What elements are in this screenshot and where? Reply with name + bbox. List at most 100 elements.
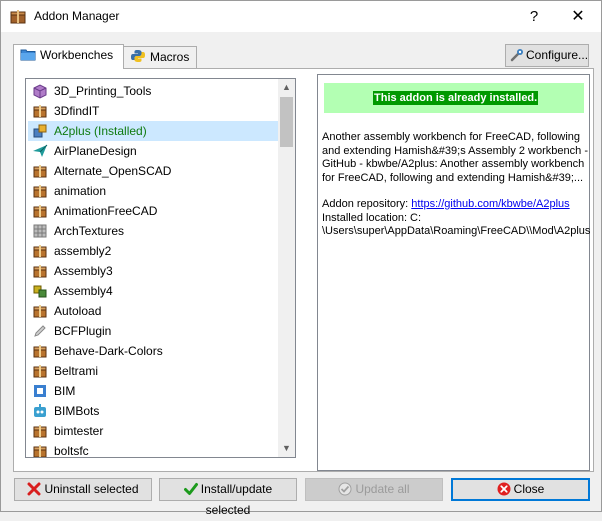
addon-name: ArchTextures: [54, 224, 125, 238]
repository-line: Addon repository: https://github.com/kbw…: [322, 198, 588, 212]
tab-macros[interactable]: Macros: [123, 46, 197, 68]
wrench-icon: [510, 49, 523, 62]
printer-cube-icon: [33, 84, 47, 99]
install-status-box: This addon is already installed.: [324, 83, 584, 113]
configure-button[interactable]: Configure...: [505, 44, 589, 67]
addon-list-item[interactable]: assembly2: [28, 241, 279, 261]
help-icon: ?: [529, 8, 539, 25]
scroll-down-arrow-icon[interactable]: ▼: [278, 440, 295, 457]
addon-manager-window: Addon Manager ? ✕ Workbenches Macros Con…: [0, 0, 602, 517]
package-icon: [33, 345, 47, 358]
addon-name: assembly2: [54, 244, 112, 258]
pencil-icon: [34, 325, 46, 337]
textures-icon: [33, 224, 47, 238]
green-check-icon: [183, 483, 198, 495]
addon-list-item[interactable]: AirPlaneDesign: [28, 141, 279, 161]
title-bar[interactable]: Addon Manager ? ✕: [1, 1, 601, 32]
window-title: Addon Manager: [34, 9, 120, 23]
addon-name: BCFPlugin: [54, 324, 112, 338]
addon-name: Alternate_OpenSCAD: [54, 164, 172, 178]
package-icon: [33, 165, 47, 178]
addon-name: BIMBots: [54, 404, 100, 418]
package-icon: [33, 105, 47, 118]
addon-details-pane: This addon is already installed. Another…: [317, 74, 590, 471]
location-path: \Users\super\AppData\Roaming\FreeCAD\\Mo…: [322, 225, 591, 237]
scroll-thumb[interactable]: [280, 97, 293, 147]
update-all-button[interactable]: Update all: [305, 478, 443, 501]
addon-name: AnimationFreeCAD: [54, 204, 158, 218]
close-icon: ✕: [571, 8, 585, 25]
addon-description: Another assembly workbench for FreeCAD, …: [322, 131, 591, 239]
window-close-button[interactable]: ✕: [555, 1, 601, 32]
install-update-selected-button[interactable]: Install/update selected: [159, 478, 297, 517]
addon-list-item[interactable]: 3DfindIT: [28, 101, 279, 121]
bimbots-icon: [34, 404, 46, 417]
package-icon: [33, 305, 47, 318]
a2plus-icon: [33, 124, 47, 138]
repository-label: Addon repository:: [322, 198, 412, 210]
addon-manager-app-icon: [10, 10, 26, 24]
package-icon: [33, 425, 47, 438]
package-icon: [33, 365, 47, 378]
addon-name: boltsfc: [54, 444, 89, 458]
package-icon: [33, 445, 47, 457]
package-icon: [33, 245, 47, 258]
addon-list-item[interactable]: bimtester: [28, 421, 279, 441]
addon-name: bimtester: [54, 424, 104, 438]
addon-name: 3D_Printing_Tools: [54, 84, 152, 98]
addon-list-item[interactable]: Assembly3: [28, 261, 279, 281]
close-label: Close: [513, 482, 545, 496]
help-button[interactable]: ?: [511, 1, 557, 32]
location-label: Installed location: C:: [322, 211, 422, 224]
addon-list-item[interactable]: Behave-Dark-Colors: [28, 341, 279, 361]
python-icon: [131, 50, 145, 62]
update-all-label: Update all: [355, 482, 410, 496]
close-button[interactable]: Close: [451, 478, 590, 501]
addon-list-scrollbar[interactable]: ▲ ▼: [278, 79, 295, 457]
addon-name: 3DfindIT: [54, 104, 100, 118]
addon-name: A2plus (Installed): [54, 124, 147, 138]
addon-list-item[interactable]: boltsfc: [28, 441, 279, 458]
package-icon: [33, 265, 47, 278]
tab-workbenches-label: Workbenches: [40, 48, 114, 62]
tab-macros-label: Macros: [150, 50, 190, 64]
addon-list-item[interactable]: Autoload: [28, 301, 279, 321]
addon-list-item[interactable]: AnimationFreeCAD: [28, 201, 279, 221]
description-text: Another assembly workbench for FreeCAD, …: [322, 131, 588, 184]
addon-list-item[interactable]: BIMBots: [28, 401, 279, 421]
addon-list-item[interactable]: BCFPlugin: [28, 321, 279, 341]
addon-list-item[interactable]: BIM: [28, 381, 279, 401]
addon-list[interactable]: 3D_Printing_Tools 3DfindIT A2plus (Install…: [25, 78, 296, 458]
configure-label: Configure...: [526, 48, 589, 62]
addon-name: Assembly3: [54, 264, 113, 278]
uninstall-selected-button[interactable]: Uninstall selected: [14, 478, 152, 501]
folder-icon: [20, 49, 36, 61]
package-icon: [33, 205, 47, 218]
tab-workbenches[interactable]: Workbenches: [13, 44, 124, 69]
addon-list-item[interactable]: Assembly4: [28, 281, 279, 301]
addon-name: Behave-Dark-Colors: [54, 344, 163, 358]
repository-link[interactable]: https://github.com/kbwbe/A2plus: [411, 198, 569, 210]
install-status-text: This addon is already installed.: [373, 91, 539, 105]
addon-list-item[interactable]: ArchTextures: [28, 221, 279, 241]
addon-list-item[interactable]: Alternate_OpenSCAD: [28, 161, 279, 181]
addon-list-item[interactable]: A2plus (Installed): [28, 121, 279, 141]
paper-plane-icon: [33, 144, 48, 157]
uninstall-label: Uninstall selected: [44, 482, 139, 496]
assembly4-icon: [33, 285, 47, 298]
addon-name: Assembly4: [54, 284, 113, 298]
bim-icon: [34, 385, 46, 397]
package-icon: [33, 185, 47, 198]
red-x-icon: [27, 482, 41, 496]
addon-list-item[interactable]: 3D_Printing_Tools: [28, 81, 279, 101]
scroll-up-arrow-icon[interactable]: ▲: [278, 79, 295, 96]
addon-list-item[interactable]: Beltrami: [28, 361, 279, 381]
addon-name: AirPlaneDesign: [54, 144, 137, 158]
close-circle-icon: [497, 482, 511, 496]
update-check-icon: [338, 482, 352, 496]
addon-name: animation: [54, 184, 107, 198]
addon-list-item[interactable]: animation: [28, 181, 279, 201]
addon-name: Beltrami: [54, 364, 99, 378]
addon-name: Autoload: [54, 304, 102, 318]
addon-name: BIM: [54, 384, 76, 398]
